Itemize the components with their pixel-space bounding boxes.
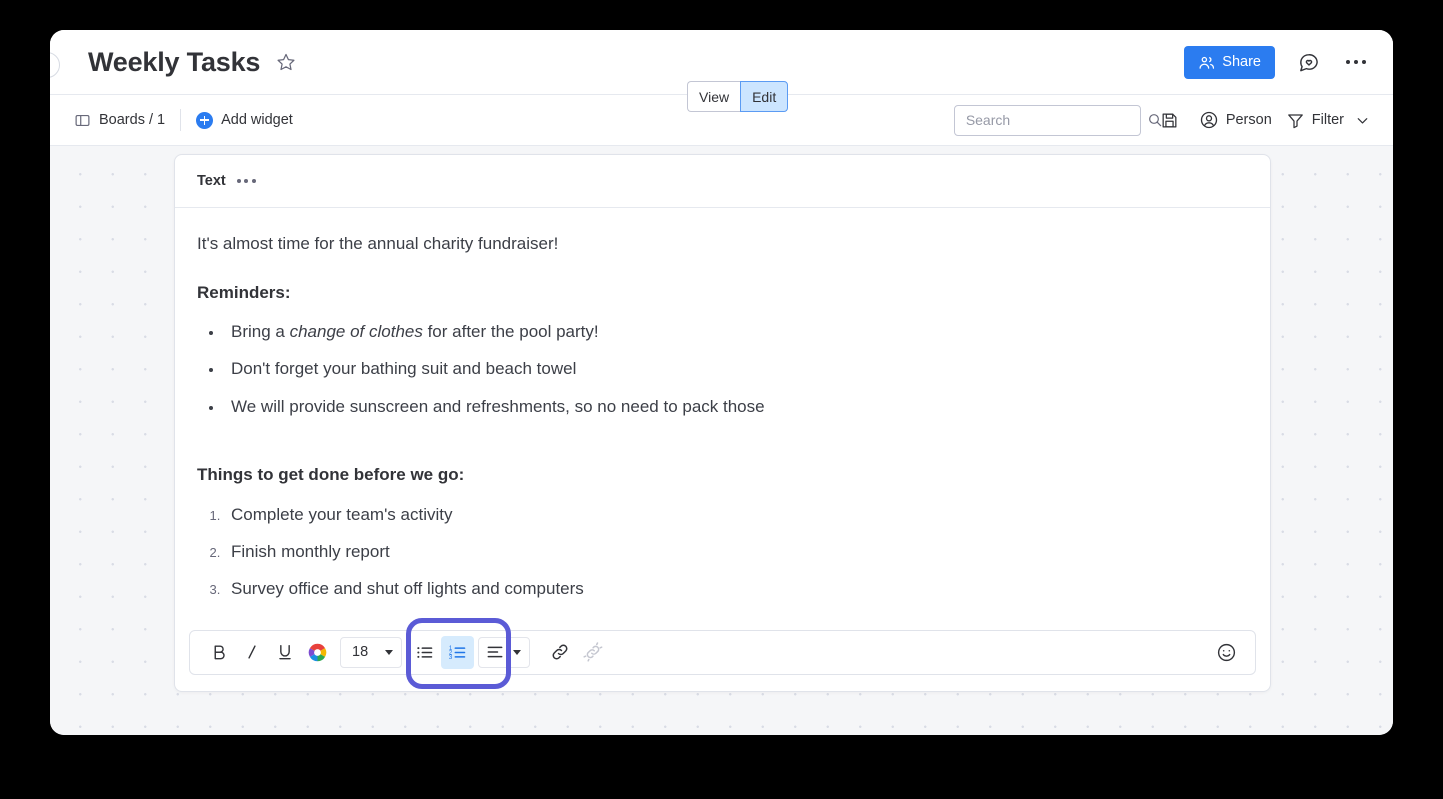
reminders-list: Bring a change of clothes for after the … [197,319,1248,420]
add-widget-button[interactable]: Add widget [196,111,293,129]
reminder-text-prefix: Bring a [231,322,290,341]
reminder-text-suffix: for after the pool party! [422,322,599,341]
unlink-icon[interactable] [576,636,609,669]
editor-toolbar: 18 1 2 3 [189,617,1256,689]
reminder-text-emphasis: change of clothes [289,322,423,341]
boards-breadcrumb-label: Boards / 1 [99,112,166,128]
user-circle-icon [1199,110,1219,130]
star-outline-icon[interactable] [276,52,296,72]
plus-circle-icon [196,111,214,129]
floppy-disk-icon[interactable] [1155,105,1185,135]
text-align-selector[interactable] [478,636,530,668]
more-dots [1345,59,1367,65]
todo-list: Complete your team's activity Finish mon… [197,502,1248,603]
view-edit-toggle: View Edit [687,81,789,112]
list-item: Don't forget your bathing suit and beach… [224,356,1248,382]
reminder-text-prefix: Don't forget your bathing suit and beach… [231,359,577,379]
add-widget-label: Add widget [221,112,293,128]
list-item: Bring a change of clothes for after the … [224,319,1248,345]
funnel-icon [1286,111,1305,130]
smiley-face-icon[interactable] [1210,636,1243,669]
underline-icon[interactable] [268,636,301,669]
text-widget-card: Text It's almost time for the annual cha… [174,154,1271,692]
person-filter-button[interactable]: Person [1199,110,1272,130]
color-wheel-icon[interactable] [301,636,334,669]
intro-paragraph: It's almost time for the annual charity … [197,234,559,253]
filter-button[interactable]: Filter [1286,111,1344,130]
toolbar-divider [180,109,182,131]
reminder-text-prefix: We will provide sunscreen and refreshmen… [231,396,765,416]
people-icon [1198,54,1215,71]
board-layout-icon [74,112,91,129]
italic-icon[interactable] [235,636,268,669]
todo-heading: Things to get done before we go: [197,465,465,485]
caret-down-icon [513,649,521,655]
widget-body[interactable]: It's almost time for the annual charity … [175,208,1270,624]
page-title: Weekly Tasks [88,46,261,77]
bold-icon[interactable] [202,636,235,669]
more-horizontal-icon[interactable] [1341,47,1371,77]
font-size-selector[interactable]: 18 [340,636,402,668]
reminders-heading: Reminders: [197,282,291,302]
search-box[interactable] [953,104,1162,136]
caret-down-icon [385,649,393,655]
app-window: Weekly Tasks View Edit Share Boards / 1 … [50,30,1393,735]
board-canvas: Text It's almost time for the annual cha… [50,146,1393,735]
editor-toolbar-wrapper: 18 1 2 3 [175,617,1270,691]
text-align-icon [485,642,505,662]
speech-bubble-heart-icon[interactable] [1293,47,1323,77]
person-filter-label: Person [1225,112,1272,128]
view-mode-button[interactable]: View [687,81,741,112]
font-size-value: 18 [352,644,369,661]
svg-text:3: 3 [449,654,453,661]
search-input[interactable] [965,112,1147,128]
share-button[interactable]: Share [1184,45,1275,79]
list-item: Survey office and shut off lights and co… [224,576,1248,602]
widget-header: Text [175,155,1270,208]
sub-toolbar-right: Person Filter [953,104,1371,136]
list-item: Finish monthly report [224,539,1248,565]
numbered-list-icon[interactable]: 1 2 3 [441,635,474,669]
edit-mode-button[interactable]: Edit [740,81,789,112]
link-icon[interactable] [543,636,576,669]
share-button-label: Share [1222,54,1261,70]
more-horizontal-icon [236,179,256,183]
header-actions: Share [1184,45,1371,79]
header-bar: Weekly Tasks View Edit Share [50,30,1393,112]
bulleted-list-icon[interactable] [408,636,441,669]
list-item: We will provide sunscreen and refreshmen… [224,394,1248,420]
list-item: Complete your team's activity [224,502,1248,528]
boards-breadcrumb[interactable]: Boards / 1 [74,112,165,129]
collapse-circle-icon[interactable] [50,52,60,78]
widget-title: Text [197,173,226,189]
filter-label: Filter [1311,112,1344,128]
widget-menu-button[interactable] [226,166,256,196]
chevron-down-icon[interactable] [1354,112,1371,129]
